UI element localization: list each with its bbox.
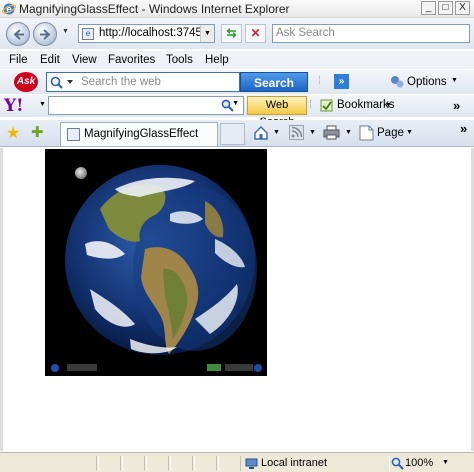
options-icon[interactable]	[389, 74, 405, 90]
menu-favorites[interactable]: Favorites	[108, 54, 155, 66]
maximize-button[interactable]: □	[438, 1, 453, 15]
address-url[interactable]: http://localhost:3745/	[99, 27, 205, 39]
more-buttons-icon[interactable]: »	[334, 74, 349, 89]
status-cell	[120, 456, 123, 471]
magnifier-icon[interactable]	[221, 99, 235, 112]
tab-page-icon	[67, 128, 80, 141]
address-dropdown-icon[interactable]: ▼	[200, 25, 214, 42]
zoom-icon[interactable]	[391, 457, 404, 470]
page-icon: e	[82, 28, 94, 40]
status-cell	[168, 456, 171, 471]
address-bar[interactable]: e http://localhost:3745/ ▼	[78, 24, 215, 43]
toolbar-grip-icon: ⁞	[309, 99, 313, 111]
ask-logo[interactable]: Ask	[14, 72, 38, 92]
menu-bar: File Edit View Favorites Tools Help	[0, 51, 474, 69]
forward-button[interactable]	[33, 22, 57, 46]
feeds-dropdown-icon[interactable]: ▼	[309, 129, 316, 136]
options-menu[interactable]: Options	[407, 76, 447, 88]
earth-globe-image	[45, 149, 267, 376]
ask-search-box[interactable]: Ask Search	[272, 24, 470, 43]
bookmarks-icon[interactable]	[320, 99, 333, 112]
refresh-button[interactable]: ⇆	[221, 24, 242, 43]
toolbar-separator-icon: ⁞	[318, 75, 322, 87]
zoom-dropdown-icon[interactable]: ▼	[442, 459, 449, 466]
ask-toolbar-search-input[interactable]: Search the web	[46, 72, 240, 92]
tab-label[interactable]: MagnifyingGlassEffect	[84, 128, 198, 140]
command-more-icon[interactable]: »	[460, 121, 467, 136]
zoom-level[interactable]: 100%	[405, 457, 433, 469]
tab-magnifying-glass-effect[interactable]: MagnifyingGlassEffect	[60, 122, 218, 146]
forward-arrow-icon	[40, 29, 51, 40]
page-icon[interactable]	[359, 125, 374, 141]
home-dropdown-icon[interactable]: ▼	[273, 129, 280, 136]
status-cell	[216, 456, 219, 471]
menu-edit[interactable]: Edit	[40, 54, 60, 66]
add-favorites-icon[interactable]: ✚	[31, 123, 44, 141]
web-search-button[interactable]: Web Search	[247, 96, 307, 128]
print-dropdown-icon[interactable]: ▼	[345, 129, 352, 136]
navigation-bar: ▼ e http://localhost:3745/ ▼ ⇆ ✕ Ask Sea…	[0, 18, 474, 49]
ie-logo-icon: e	[2, 3, 16, 16]
page-dropdown-icon[interactable]: ▼	[406, 129, 413, 136]
yahoo-search-input[interactable]: ▼	[48, 96, 244, 115]
chevron-more-icon[interactable]: »	[453, 98, 460, 113]
status-cell	[192, 456, 195, 471]
menu-view[interactable]: View	[72, 54, 97, 66]
recent-pages-dropdown-icon[interactable]: ▼	[62, 28, 69, 35]
yahoo-dropdown-icon[interactable]: ▼	[39, 101, 46, 108]
new-tab-button[interactable]	[220, 123, 245, 145]
ask-toolbar-placeholder: Search the web	[81, 76, 161, 88]
home-icon[interactable]	[253, 125, 269, 141]
status-bar: Local intranet 100% ▼	[0, 452, 474, 472]
print-icon[interactable]	[323, 125, 340, 140]
menu-help[interactable]: Help	[205, 54, 229, 66]
feeds-icon[interactable]	[289, 125, 304, 140]
security-zone: Local intranet	[261, 457, 328, 469]
search-icon[interactable]	[50, 76, 76, 89]
local-intranet-icon	[245, 458, 258, 469]
menu-tools[interactable]: Tools	[166, 54, 193, 66]
back-button[interactable]	[6, 22, 30, 46]
window-title: MagnifyingGlassEffect - Windows Internet…	[19, 2, 290, 16]
favorites-star-icon[interactable]: ★	[6, 123, 20, 143]
stop-button[interactable]: ✕	[245, 24, 266, 43]
yahoo-toolbar: Y! ▼ ▼ Web Search ⁞ Bookmarks ▼ »	[0, 95, 474, 128]
yahoo-logo[interactable]: Y!	[4, 96, 24, 116]
ask-search-placeholder[interactable]: Ask Search	[276, 27, 335, 39]
earth-image	[45, 149, 267, 376]
status-cell	[144, 456, 147, 471]
tab-bar: ★ ✚ MagnifyingGlassEffect ▼ ▼ ▼ Page ▼ »	[0, 120, 474, 147]
bookmarks-dropdown-icon[interactable]: ▼	[385, 102, 392, 109]
back-arrow-icon	[13, 29, 24, 40]
status-cell	[96, 456, 99, 471]
ask-toolbar: Ask Search the web Search ⁞ » Options ▼	[0, 70, 474, 94]
minimize-button[interactable]: _	[421, 1, 436, 15]
page-content	[0, 148, 474, 451]
title-bar: e MagnifyingGlassEffect - Windows Intern…	[0, 0, 474, 18]
ask-search-button[interactable]: Search	[240, 72, 308, 92]
options-dropdown-icon[interactable]: ▼	[451, 77, 458, 84]
menu-file[interactable]: File	[9, 54, 28, 66]
close-button[interactable]: X	[455, 1, 470, 15]
page-menu[interactable]: Page	[377, 127, 404, 139]
